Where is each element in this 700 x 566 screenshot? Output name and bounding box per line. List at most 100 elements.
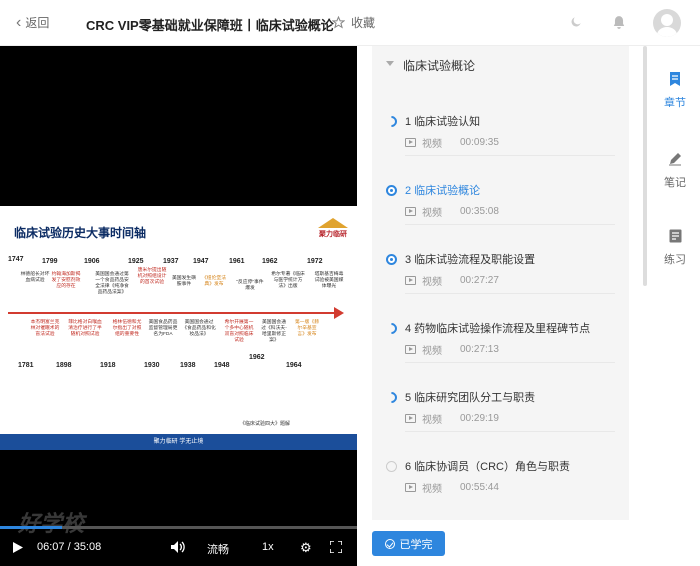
timeline-event: 美国食品药品监督管理局更名为FDA (148, 320, 178, 337)
time-display: 06:07 / 35:08 (37, 541, 102, 553)
timeline-event: “反应停”事件爆发 (236, 280, 264, 291)
chevron-down-icon (386, 61, 394, 66)
sidebar-item-label: 笔记 (664, 177, 686, 189)
timeline-event: 《纽伦堡法典》发布 (202, 276, 226, 287)
timeline-year: 1781 (18, 362, 34, 369)
timeline-event: 希尔专著《临床与医学统计方法》出版 (271, 272, 305, 289)
lesson-item[interactable]: 6 临床协调员（CRC）角色与职责 视频 00:55:44 (372, 453, 629, 522)
lesson-meta: 视频 00:35:08 (405, 204, 499, 219)
video-player[interactable]: 临床试验历史大事时间轴 聚力临研 1747 1799 1906 1925 193… (0, 46, 357, 566)
lesson-meta: 视频 00:55:44 (405, 480, 499, 495)
right-sidebar: 章节 笔记 练习 (650, 46, 700, 566)
timeline-year: 1925 (128, 258, 144, 265)
mark-complete-label: 已学完 (399, 538, 433, 551)
scrollbar[interactable] (643, 46, 647, 286)
timeline-year: 1799 (42, 258, 58, 265)
bookmark-icon (670, 72, 680, 86)
video-icon (405, 414, 416, 423)
progress-half-icon (383, 113, 400, 130)
divider (405, 293, 615, 294)
timeline-event: 塔斯基吉梅毒试验被美国媒体曝光 (314, 272, 344, 289)
timeline-event: 希尔开展第一个多中心随机双盲对照临床试验 (224, 320, 254, 343)
timeline-event: 林德船长对坏血病试验 (20, 272, 50, 283)
timeline-line (8, 312, 338, 314)
course-title: CRC VIP零基础就业保障班丨临床试验概论 (86, 18, 334, 33)
slide-title: 临床试验历史大事时间轴 (14, 226, 147, 240)
bell-icon[interactable] (612, 15, 626, 30)
timeline-year: 1947 (193, 258, 209, 265)
lesson-title: 3 临床试验流程及职能设置 (405, 254, 536, 266)
back-label: 返回 (25, 16, 50, 30)
timeline-year: 1898 (56, 362, 72, 369)
lesson-title: 6 临床协调员（CRC）角色与职责 (405, 461, 571, 473)
video-icon (405, 345, 416, 354)
back-button[interactable]: ‹ 返回 (16, 14, 49, 31)
lesson-item[interactable]: 5 临床研究团队分工与职责 视频 00:29:19 (372, 384, 629, 453)
chapter-title: 临床试验概论 (403, 59, 476, 73)
lesson-item[interactable]: 3 临床试验流程及职能设置 视频 00:27:27 (372, 246, 629, 315)
lesson-title: 2 临床试验概论 (405, 185, 481, 197)
timeline-event: 格林伍德和尤尔指出了对照组的重要性 (112, 320, 142, 337)
timeline-event: 美国国会通过第一个食品药品安全法律《纯净食品药品法案》 (95, 272, 129, 295)
lecture-slide: 临床试验历史大事时间轴 聚力临研 1747 1799 1906 1925 193… (0, 206, 357, 450)
progress-half-icon (383, 389, 400, 406)
slide-footer: 聚力临研 学无止境 (0, 434, 357, 450)
volume-icon[interactable] (171, 541, 185, 553)
video-icon (405, 483, 416, 492)
timeline-year: 1972 (307, 258, 323, 265)
sidebar-item-exercise[interactable]: 练习 (650, 229, 700, 267)
lesson-duration: 00:55:44 (460, 482, 499, 493)
timeline-year: 1948 (214, 362, 230, 369)
timeline-year: 1930 (144, 362, 160, 369)
lesson-meta: 视频 00:29:19 (405, 411, 499, 426)
check-circle-icon (384, 538, 395, 549)
moon-icon[interactable] (569, 15, 583, 29)
lesson-type: 视频 (422, 484, 442, 495)
lesson-item[interactable]: 1 临床试验认知 视频 00:09:35 (372, 108, 629, 177)
progress-bar[interactable] (0, 526, 357, 529)
divider (405, 431, 615, 432)
lesson-meta: 视频 00:27:13 (405, 342, 499, 357)
avatar[interactable] (653, 9, 681, 37)
slide-source: 《临床试验四大》题解 (240, 421, 291, 427)
gear-icon[interactable]: ⚙ (300, 540, 312, 556)
divider (405, 224, 615, 225)
top-header: ‹ 返回 CRC VIP零基础就业保障班丨临床试验概论 收藏 (0, 0, 700, 46)
lesson-type: 视频 (422, 415, 442, 426)
timeline-year: 1962 (262, 258, 278, 265)
video-icon (405, 138, 416, 147)
progress-active-icon (386, 254, 397, 265)
progress-fill (0, 526, 63, 529)
timeline-year: 1906 (84, 258, 100, 265)
chevron-left-icon: ‹ (16, 13, 22, 31)
timeline-year: 1964 (286, 362, 302, 369)
timeline-event: 美国国会通过《食品药品和化妆品法》 (182, 320, 216, 337)
lesson-title: 5 临床研究团队分工与职责 (405, 392, 536, 404)
progress-empty-icon (386, 461, 397, 472)
timeline-arrow (334, 307, 344, 319)
lesson-duration: 00:35:08 (460, 206, 499, 217)
play-icon[interactable] (13, 542, 23, 553)
mark-complete-button[interactable]: 已学完 (372, 531, 445, 556)
timeline-event: 第一版《赫尔辛基宣言》发布 (295, 320, 319, 337)
lesson-duration: 00:27:13 (460, 344, 499, 355)
lesson-type: 视频 (422, 208, 442, 219)
pencil-icon (669, 153, 681, 166)
fullscreen-icon[interactable] (330, 541, 342, 553)
lesson-item-current[interactable]: 2 临床试验概论 视频 00:35:08 (372, 177, 629, 246)
video-icon (405, 276, 416, 285)
sidebar-item-label: 章节 (664, 97, 686, 109)
timeline-year: 1962 (249, 354, 265, 361)
star-icon (332, 16, 345, 29)
chapter-header[interactable]: 临床试验概论 (372, 46, 629, 82)
speed-select[interactable]: 1x (262, 541, 274, 553)
collect-button[interactable]: 收藏 (332, 14, 375, 31)
lesson-type: 视频 (422, 139, 442, 150)
quality-select[interactable]: 流畅 (207, 541, 229, 557)
lesson-item[interactable]: 4 药物临床试验操作流程及里程碑节点 视频 00:27:13 (372, 315, 629, 384)
progress-half-icon (383, 320, 400, 337)
sidebar-item-notes[interactable]: 笔记 (650, 152, 700, 190)
video-icon (405, 207, 416, 216)
timeline-year: 1938 (180, 362, 196, 369)
sidebar-item-chapters[interactable]: 章节 (650, 72, 700, 110)
